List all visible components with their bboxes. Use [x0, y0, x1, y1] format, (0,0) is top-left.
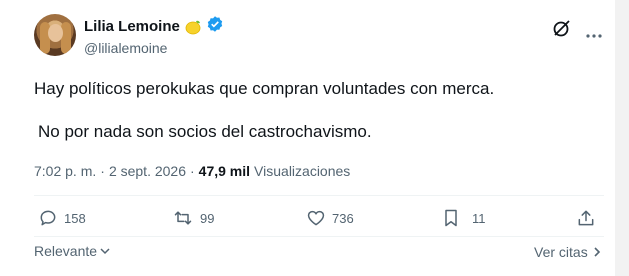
bookmark-button[interactable]: 11 [442, 208, 486, 228]
heart-icon [307, 210, 325, 226]
bookmark-icon [445, 209, 457, 227]
tweet-text-line-2: No por nada son socios del castrochavism… [38, 122, 372, 141]
tweet-time[interactable]: 7:02 p. m. [34, 163, 96, 179]
bookmark-count: 11 [472, 210, 486, 226]
action-bar: 158 99 736 11 [34, 208, 604, 232]
user-handle[interactable]: @lilialemoine [84, 40, 167, 56]
avatar[interactable] [34, 14, 76, 56]
retweet-icon [174, 211, 192, 225]
meta-separator: · [100, 163, 105, 179]
verified-badge-icon [206, 15, 224, 38]
divider [34, 195, 604, 196]
author-name-row[interactable]: Lilia Lemoine [84, 15, 224, 38]
avatar-hair-right [61, 22, 71, 54]
views-count[interactable]: 47,9 mil [199, 163, 250, 179]
display-name[interactable]: Lilia Lemoine [84, 18, 180, 35]
sort-label: Relevante [34, 243, 98, 259]
like-count: 736 [332, 210, 354, 226]
sort-replies-dropdown[interactable]: Relevante [34, 243, 111, 259]
view-quotes-link[interactable]: Ver citas [534, 244, 602, 260]
view-quotes-label: Ver citas [534, 244, 588, 260]
share-icon [578, 210, 594, 226]
chevron-right-icon [594, 247, 600, 257]
views-label[interactable]: Visualizaciones [254, 163, 350, 179]
meta-separator: · [190, 163, 195, 179]
like-button[interactable]: 736 [306, 208, 354, 228]
scrollbar-gutter [615, 0, 629, 276]
reply-count: 158 [64, 210, 86, 226]
more-options-icon[interactable] [586, 26, 602, 44]
tweet-date[interactable]: 2 sept. 2026 [109, 163, 186, 179]
tweet-text-line-1: Hay políticos perokukas que compran volu… [34, 79, 495, 98]
tweet-meta: 7:02 p. m. · 2 sept. 2026 · 47,9 mil Vis… [34, 163, 350, 179]
grok-icon[interactable] [552, 18, 572, 43]
lemon-emoji-icon [184, 18, 202, 36]
divider [34, 236, 604, 237]
avatar-face [48, 24, 63, 42]
reply-button[interactable]: 158 [38, 208, 86, 228]
retweet-count: 99 [200, 210, 215, 226]
share-button[interactable] [576, 208, 596, 228]
chevron-down-icon [100, 248, 110, 255]
retweet-button[interactable]: 99 [172, 208, 214, 228]
reply-icon [40, 210, 56, 226]
